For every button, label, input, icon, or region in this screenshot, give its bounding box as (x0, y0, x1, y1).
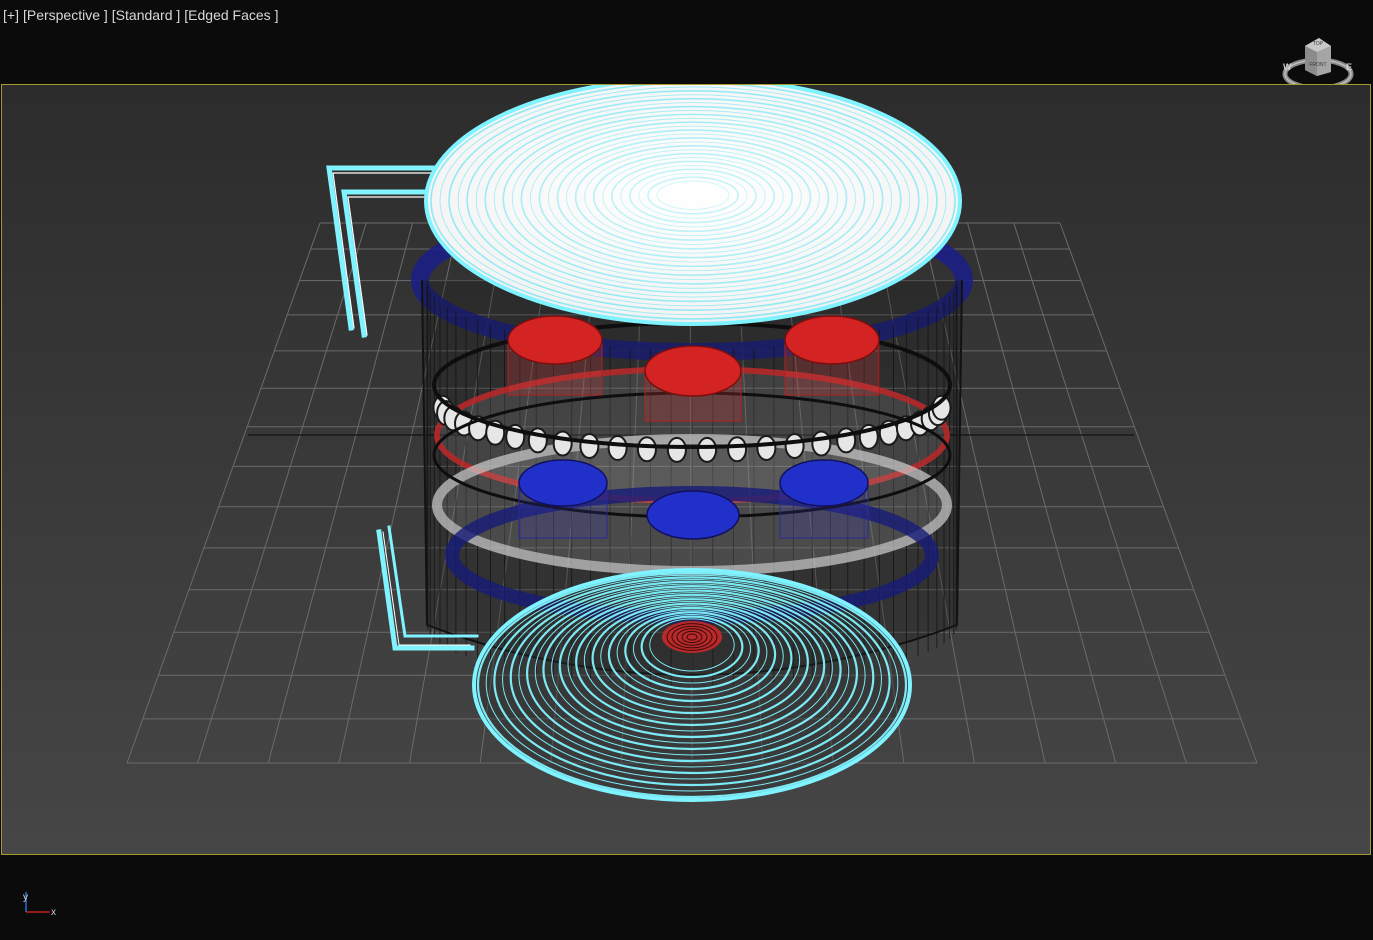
blue-cylinder[interactable] (646, 490, 740, 540)
red-cylinder[interactable] (784, 315, 880, 396)
sphere-bead[interactable] (697, 436, 718, 463)
lid-object[interactable] (424, 85, 962, 326)
red-cylinder[interactable] (507, 315, 603, 396)
viewcube-west-label[interactable]: W (1283, 62, 1292, 72)
sphere-bead[interactable] (784, 433, 805, 460)
viewcube-front-label[interactable]: FRONT (1309, 62, 1326, 68)
axis-x-label: x (51, 907, 56, 918)
sphere-bead[interactable] (756, 434, 777, 461)
tray-object[interactable] (472, 568, 912, 802)
sphere-bead[interactable] (811, 430, 832, 457)
sphere-bead[interactable] (666, 436, 687, 463)
viewport-label-bar: [+] [Perspective ] [Standard ] [Edged Fa… (0, 0, 278, 30)
axis-y-label: y (23, 892, 28, 903)
viewport-point-of-view-menu[interactable]: [Perspective ] (23, 7, 108, 23)
blue-cylinder[interactable] (518, 459, 608, 539)
axis-tripod-icon: x y (23, 892, 56, 918)
axis-tripod: x y (18, 884, 64, 924)
blue-cylinder[interactable] (779, 459, 869, 539)
sphere-bead[interactable] (727, 436, 748, 463)
scene-render[interactable] (2, 85, 1371, 855)
red-cylinder[interactable] (644, 345, 742, 422)
perspective-viewport[interactable] (1, 84, 1371, 855)
sphere-bead[interactable] (636, 436, 657, 463)
sphere-bead[interactable] (607, 434, 628, 461)
viewport-shading-menu[interactable]: [Standard ] (112, 7, 181, 23)
sphere-bead[interactable] (552, 430, 573, 457)
viewcube-east-label[interactable]: E (1346, 62, 1352, 72)
sphere-bead[interactable] (579, 433, 600, 460)
viewport-display-mode-menu[interactable]: [Edged Faces ] (184, 7, 278, 23)
viewcube-top-label[interactable]: TOP (1313, 41, 1324, 47)
viewport-general-menu[interactable]: [+] (3, 7, 19, 23)
